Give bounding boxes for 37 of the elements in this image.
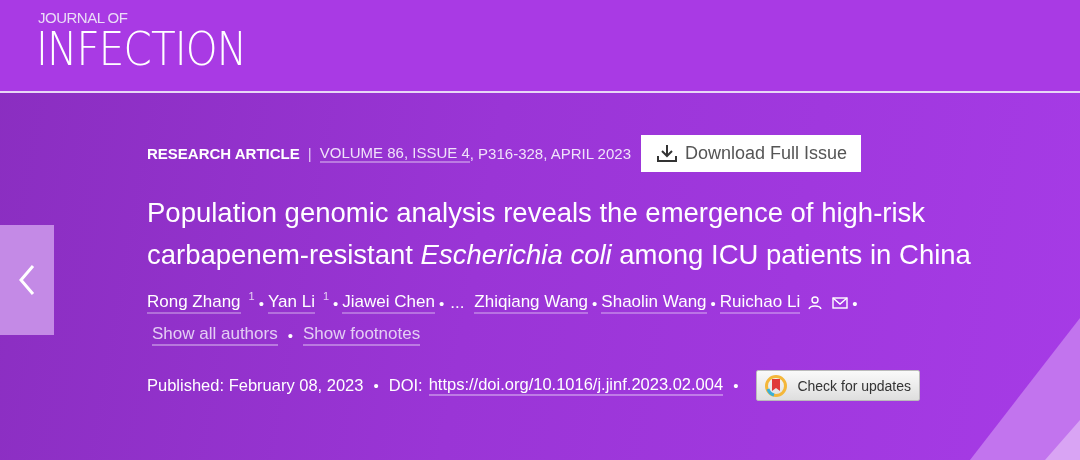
bullet: •: [438, 294, 445, 312]
author-link[interactable]: Yan Li: [267, 292, 315, 314]
show-link[interactable]: Show footnotes: [302, 324, 421, 346]
published-date: Published: February 08, 2023: [147, 376, 364, 395]
check-updates-button[interactable]: Check for updates: [756, 370, 921, 401]
download-icon: [657, 144, 677, 162]
show-link[interactable]: Show all authors: [152, 324, 278, 346]
chevron-left-icon: [18, 264, 36, 296]
author-link[interactable]: Jiawei Chen: [342, 292, 435, 314]
separator: |: [307, 144, 312, 162]
author-link[interactable]: Rong Zhang: [147, 292, 241, 314]
doi-label: DOI:: [388, 376, 423, 395]
doi-link[interactable]: https://doi.org/10.1016/j.jinf.2023.02.004: [428, 375, 724, 396]
author-link[interactable]: Zhiqiang Wang: [474, 292, 589, 314]
author-link[interactable]: Ruichao Li: [719, 292, 801, 314]
footnote-mark[interactable]: 1: [322, 290, 330, 302]
author-link[interactable]: Shaolin Wang: [601, 292, 707, 314]
pages-date: , P316-328, APRIL 2023: [469, 144, 631, 162]
bullet: •: [733, 377, 739, 394]
bullet: •: [373, 377, 379, 394]
journal-subtitle: JOURNAL OF: [37, 10, 129, 26]
bullet: •: [258, 294, 264, 312]
bullet: •: [592, 294, 598, 312]
footnote-mark[interactable]: 1: [248, 290, 255, 302]
person-icon[interactable]: [808, 296, 823, 310]
ellipsis: ...: [450, 293, 465, 313]
bullet: •: [852, 294, 858, 312]
journal-logo[interactable]: INFECTION: [36, 26, 247, 72]
download-button[interactable]: Download Full Issue: [641, 134, 862, 172]
bullet: •: [710, 294, 716, 312]
bullet: •: [287, 326, 293, 344]
article-title: Population genomic analysis reveals the emergence of high-risk carbapenem-resistant Escherichia coli among ICU patients in China: [147, 196, 972, 272]
issue-link[interactable]: VOLUME 86, ISSUE 4: [319, 143, 470, 163]
updates-logo-icon: [765, 374, 788, 397]
mail-icon[interactable]: [832, 297, 849, 309]
bullet: •: [333, 294, 339, 312]
article-type: RESEARCH ARTICLE: [147, 144, 300, 162]
